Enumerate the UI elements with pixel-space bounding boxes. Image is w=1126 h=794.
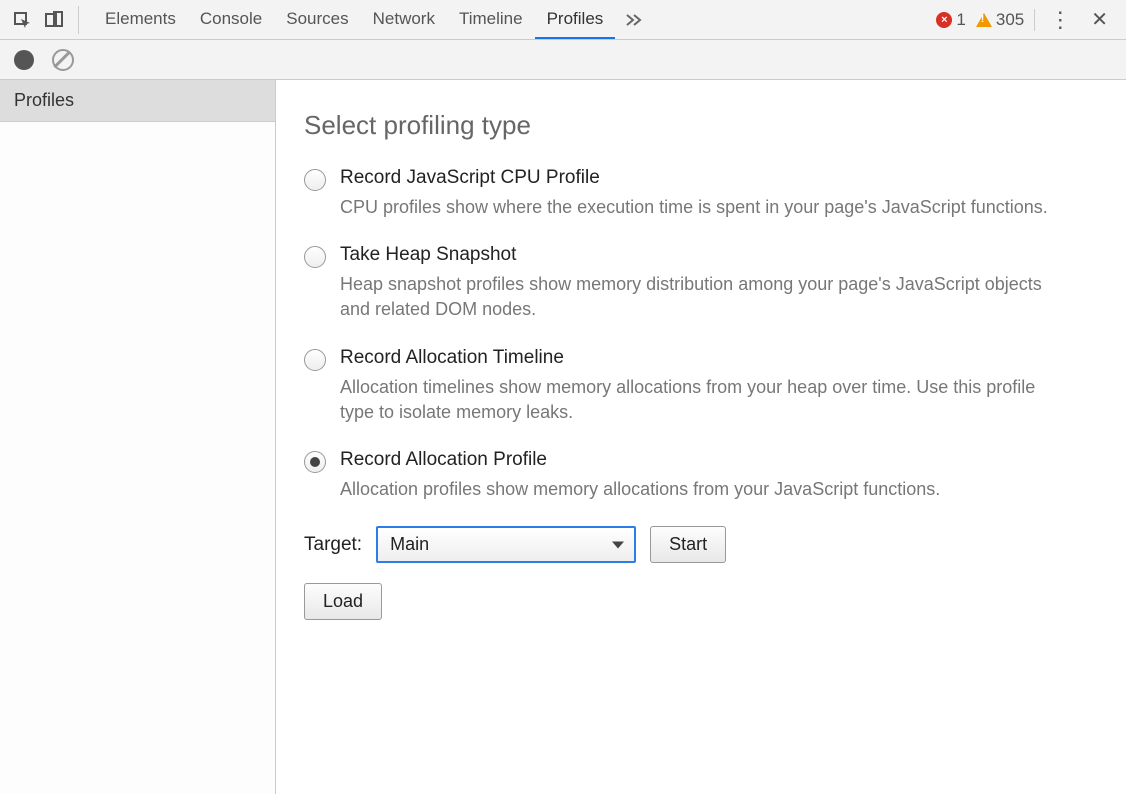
sidebar: Profiles bbox=[0, 80, 276, 794]
panel-tabs: Elements Console Sources Network Timelin… bbox=[93, 0, 936, 39]
target-label: Target: bbox=[304, 534, 362, 556]
tab-network[interactable]: Network bbox=[361, 0, 447, 39]
option-desc: Allocation timelines show memory allocat… bbox=[340, 375, 1060, 425]
overflow-tabs-icon[interactable] bbox=[615, 0, 653, 39]
profiles-subtoolbar bbox=[0, 40, 1126, 80]
page-title: Select profiling type bbox=[304, 110, 1098, 141]
kebab-menu-icon[interactable]: ⋮ bbox=[1045, 9, 1075, 31]
warning-count-value: 305 bbox=[996, 10, 1024, 30]
toolbar-right: × 1 305 ⋮ ✕ bbox=[936, 7, 1114, 32]
record-button[interactable] bbox=[14, 50, 34, 70]
option-title: Take Heap Snapshot bbox=[340, 244, 1098, 266]
option-title: Record JavaScript CPU Profile bbox=[340, 167, 1098, 189]
start-button[interactable]: Start bbox=[650, 526, 726, 563]
option-desc: Heap snapshot profiles show memory distr… bbox=[340, 272, 1060, 322]
option-text: Record Allocation Profile Allocation pro… bbox=[340, 449, 1098, 502]
option-text: Record Allocation Timeline Allocation ti… bbox=[340, 347, 1098, 425]
option-cpu-profile[interactable]: Record JavaScript CPU Profile CPU profil… bbox=[304, 167, 1098, 220]
toolbar-left-icons bbox=[12, 6, 79, 34]
option-text: Take Heap Snapshot Heap snapshot profile… bbox=[340, 244, 1098, 322]
inspect-element-icon[interactable] bbox=[12, 10, 32, 30]
radio-allocation-timeline[interactable] bbox=[304, 349, 326, 371]
devtools-toolbar: Elements Console Sources Network Timelin… bbox=[0, 0, 1126, 40]
error-count[interactable]: × 1 bbox=[936, 10, 965, 30]
tab-sources[interactable]: Sources bbox=[274, 0, 360, 39]
warning-icon bbox=[976, 13, 992, 27]
content-pane: Select profiling type Record JavaScript … bbox=[276, 80, 1126, 794]
option-allocation-profile[interactable]: Record Allocation Profile Allocation pro… bbox=[304, 449, 1098, 502]
option-title: Record Allocation Timeline bbox=[340, 347, 1098, 369]
option-desc: CPU profiles show where the execution ti… bbox=[340, 195, 1060, 220]
target-select-value: Main bbox=[390, 534, 429, 555]
chevron-down-icon bbox=[612, 541, 624, 548]
tab-console[interactable]: Console bbox=[188, 0, 274, 39]
divider bbox=[1034, 9, 1035, 31]
option-desc: Allocation profiles show memory allocati… bbox=[340, 477, 1060, 502]
tab-timeline[interactable]: Timeline bbox=[447, 0, 535, 39]
option-title: Record Allocation Profile bbox=[340, 449, 1098, 471]
warning-count[interactable]: 305 bbox=[976, 10, 1024, 30]
radio-cpu-profile[interactable] bbox=[304, 169, 326, 191]
radio-allocation-profile[interactable] bbox=[304, 451, 326, 473]
option-text: Record JavaScript CPU Profile CPU profil… bbox=[340, 167, 1098, 220]
clear-button[interactable] bbox=[52, 49, 74, 71]
tab-elements[interactable]: Elements bbox=[93, 0, 188, 39]
error-count-value: 1 bbox=[956, 10, 965, 30]
option-allocation-timeline[interactable]: Record Allocation Timeline Allocation ti… bbox=[304, 347, 1098, 425]
sidebar-item-profiles[interactable]: Profiles bbox=[0, 80, 275, 122]
device-toggle-icon[interactable] bbox=[44, 10, 64, 30]
radio-heap-snapshot[interactable] bbox=[304, 246, 326, 268]
main-split: Profiles Select profiling type Record Ja… bbox=[0, 80, 1126, 794]
option-heap-snapshot[interactable]: Take Heap Snapshot Heap snapshot profile… bbox=[304, 244, 1098, 322]
tab-profiles[interactable]: Profiles bbox=[535, 0, 616, 39]
close-icon[interactable]: ✕ bbox=[1085, 7, 1114, 32]
target-select[interactable]: Main bbox=[376, 526, 636, 563]
error-icon: × bbox=[936, 12, 952, 28]
load-button[interactable]: Load bbox=[304, 583, 382, 620]
target-row: Target: Main Start bbox=[304, 526, 1098, 563]
